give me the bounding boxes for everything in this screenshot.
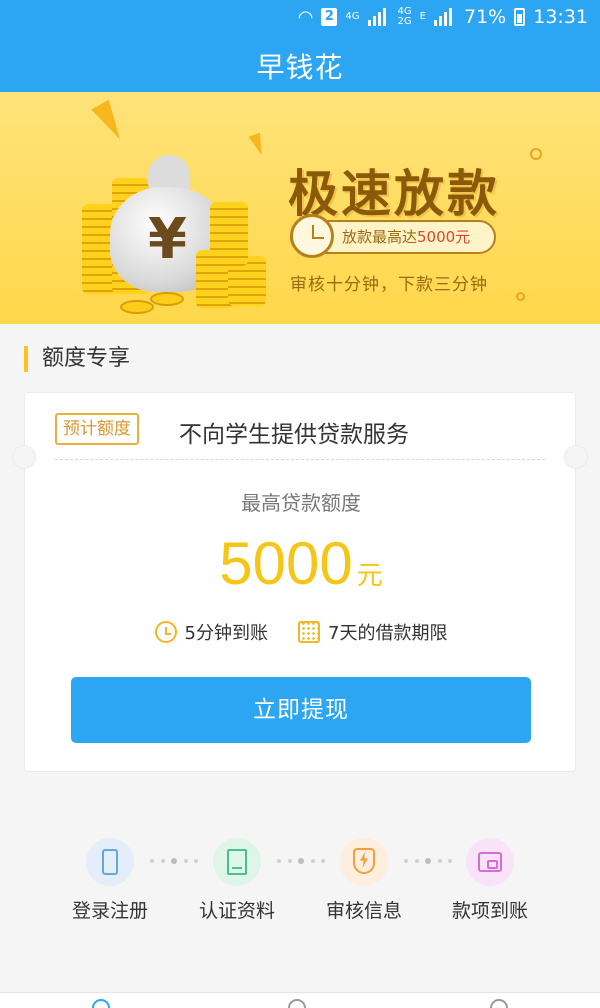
step-register: 登录注册 — [50, 838, 170, 923]
card-notch-right — [564, 445, 588, 469]
decor-ray — [248, 132, 268, 158]
banner-subtitle: 审核十分钟，下款三分钟 — [290, 275, 488, 295]
connector-dot — [404, 859, 408, 863]
section-title: 额度专享 — [24, 346, 130, 372]
card-notch-left — [12, 445, 36, 469]
wifi-icon: ◠ — [297, 6, 314, 28]
sim-slot-badge: 2 — [321, 8, 338, 26]
status-bar: ◠ 2 4G 4G 2G E 71% 13:31 — [0, 0, 600, 36]
step-verify-circle — [213, 838, 261, 886]
phone-icon — [102, 849, 118, 875]
battery-icon — [514, 8, 526, 26]
clock-icon — [154, 621, 177, 643]
page-title: 早钱花 — [256, 51, 344, 84]
status-icons: ◠ 2 4G 4G 2G E 71% 13:31 — [298, 6, 588, 28]
step-arrival-circle — [466, 838, 514, 886]
pill-amount: 5000元 — [417, 228, 471, 246]
feature-row: 5分钟到账 7天的借款期限 — [25, 619, 577, 645]
coin-stack — [210, 202, 248, 266]
tab-home-icon[interactable] — [92, 999, 110, 1008]
notice-text: 不向学生提供贷款服务 — [179, 422, 409, 448]
decor-ring — [516, 292, 525, 301]
step-review-circle — [340, 838, 388, 886]
coin-icon — [150, 292, 184, 306]
connector-dot — [414, 859, 419, 863]
step-arrival-label: 款项到账 — [451, 900, 528, 922]
network-type-3: E — [419, 11, 426, 22]
pill-prefix: 放款最高达 — [342, 228, 418, 246]
feature-term-text: 7天的借款期限 — [328, 623, 448, 644]
battery-percent: 71% — [464, 6, 507, 28]
step-verify: 认证资料 — [177, 838, 297, 923]
step-verify-label: 认证资料 — [198, 900, 275, 922]
feature-arrival-text: 5分钟到账 — [184, 623, 268, 644]
step-review-label: 审核信息 — [325, 900, 402, 922]
step-register-circle — [86, 838, 134, 886]
process-steps: 登录注册 认证资料 审核信息 款项到账 — [0, 838, 600, 928]
decor-ring — [530, 148, 542, 160]
yen-icon: ¥ — [148, 207, 187, 272]
coin-icon — [120, 300, 154, 314]
signal-icon — [367, 8, 390, 26]
loan-card: 预计额度 不向学生提供贷款服务 最高贷款额度 5000 元 5分钟到账 7天的借款… — [12, 392, 588, 772]
wallet-icon — [478, 852, 502, 872]
clock-time: 13:31 — [533, 6, 588, 28]
dashed-divider — [55, 459, 545, 460]
calendar-icon — [298, 621, 320, 643]
signal-icon-2 — [434, 8, 456, 26]
promo-banner[interactable]: ¥ 极速放款 放款最高达5000元 审核十分钟，下款三分钟 — [0, 92, 600, 324]
connector-dot — [150, 859, 154, 863]
top-bar: ◠ 2 4G 4G 2G E 71% 13:31 早钱花 — [0, 0, 600, 92]
step-arrival: 款项到账 — [430, 838, 550, 923]
step-register-label: 登录注册 — [71, 900, 148, 922]
connector-dot — [277, 859, 281, 863]
connector-dot — [160, 859, 165, 863]
connector-dot — [287, 859, 292, 863]
loan-amount-unit: 元 — [356, 561, 383, 591]
estimate-tag: 预计额度 — [55, 413, 139, 445]
withdraw-button[interactable]: 立即提现 — [71, 677, 531, 743]
bottom-tab-bar — [0, 992, 600, 1008]
loan-amount: 5000 元 — [25, 529, 577, 598]
max-loan-label: 最高贷款额度 — [241, 491, 361, 515]
tab-shield-icon[interactable] — [288, 999, 306, 1008]
banner-pill-text: 放款最高达5000元 — [342, 226, 470, 247]
feature-arrival: 5分钟到账 — [154, 619, 268, 645]
network-type-2: 4G 2G — [397, 6, 412, 27]
tab-user-icon[interactable] — [490, 999, 508, 1008]
decor-ray — [91, 99, 129, 145]
step-review: 审核信息 — [304, 838, 424, 923]
loan-amount-value: 5000 — [219, 530, 353, 597]
network-type-1: 4G — [345, 11, 360, 22]
feature-term: 7天的借款期限 — [298, 619, 447, 645]
clock-icon — [290, 214, 334, 258]
document-icon — [227, 849, 247, 875]
